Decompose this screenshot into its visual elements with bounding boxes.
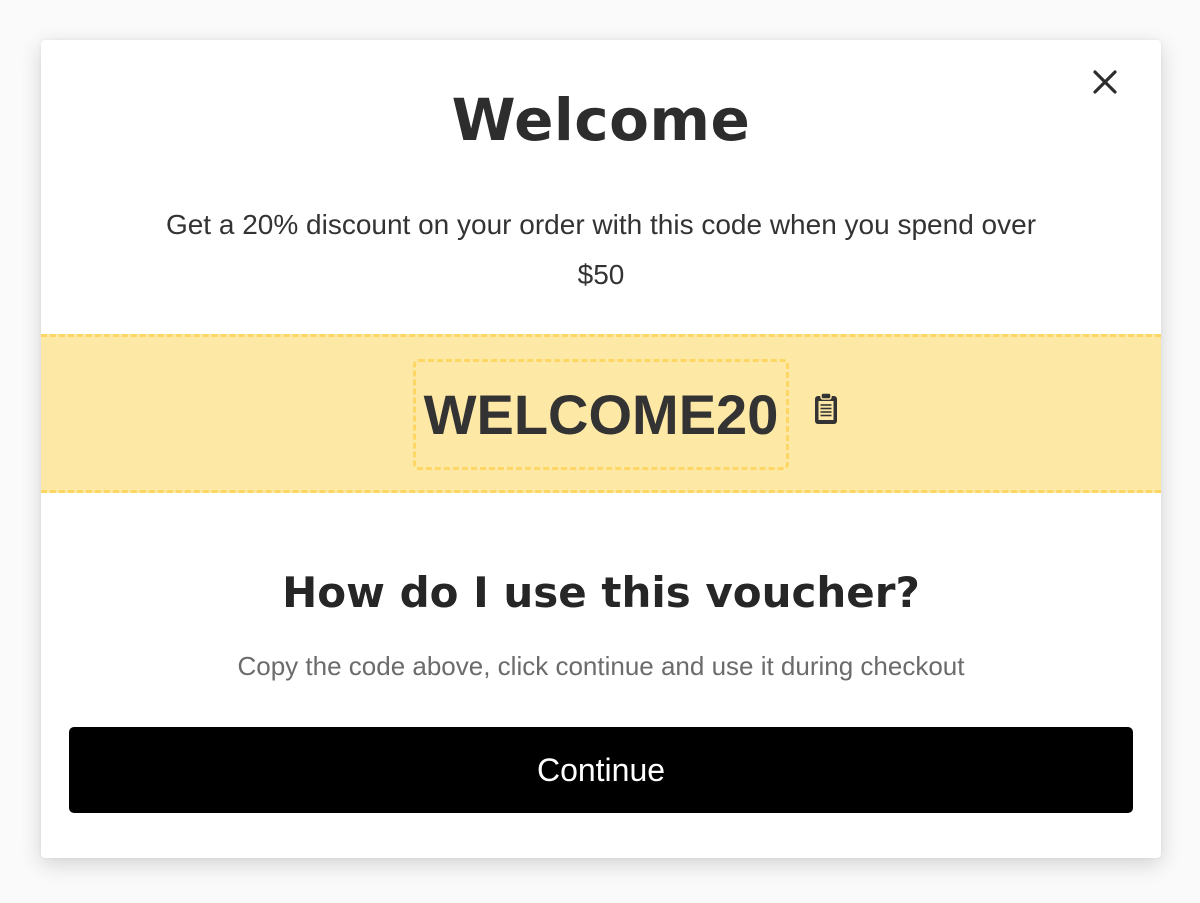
- usage-heading: How do I use this voucher?: [282, 568, 920, 617]
- continue-button[interactable]: Continue: [69, 727, 1133, 813]
- copy-code-button[interactable]: [813, 392, 839, 426]
- voucher-code[interactable]: WELCOME20: [413, 359, 789, 470]
- usage-instructions: Copy the code above, click continue and …: [237, 651, 965, 681]
- modal-title: Welcome: [451, 86, 751, 154]
- discount-description: Get a 20% discount on your order with th…: [165, 209, 1037, 290]
- voucher-band: WELCOME20: [41, 334, 1161, 493]
- clipboard-icon: [815, 392, 837, 424]
- welcome-modal: Welcome Get a 20% discount on your order…: [41, 40, 1161, 858]
